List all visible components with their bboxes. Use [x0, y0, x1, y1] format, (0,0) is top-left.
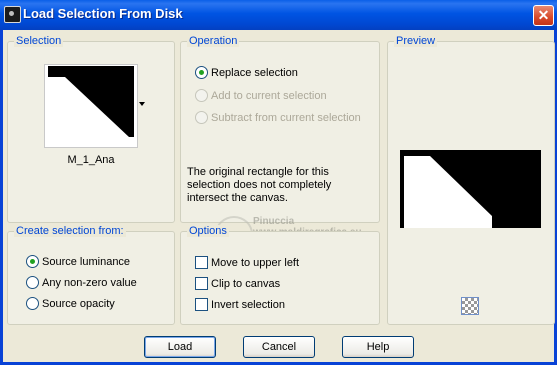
- radio-disabled-icon: [195, 89, 208, 102]
- create-from-legend: Create selection from:: [14, 225, 126, 237]
- radio-disabled-icon: [195, 111, 208, 124]
- preview-image: [400, 150, 541, 228]
- operation-replace-label: Replace selection: [211, 67, 298, 79]
- operation-add-label: Add to current selection: [211, 90, 327, 102]
- options-legend: Options: [187, 225, 229, 237]
- source-luminance-label: Source luminance: [42, 256, 131, 268]
- operation-subtract-label: Subtract from current selection: [211, 112, 361, 124]
- clip-to-canvas-label: Clip to canvas: [211, 278, 281, 290]
- operation-group: Operation Replace selection Add to curre…: [180, 35, 380, 223]
- checkbox-icon: [195, 298, 208, 311]
- app-icon: [4, 6, 21, 23]
- preview-canvas: [400, 150, 541, 228]
- chevron-down-icon[interactable]: [139, 102, 145, 106]
- radio-icon: [26, 276, 39, 289]
- source-opacity-label: Source opacity: [42, 298, 115, 310]
- title-bar[interactable]: Load Selection From Disk ✕: [0, 0, 557, 30]
- preview-group: Preview: [387, 35, 555, 325]
- selection-thumbnail[interactable]: [44, 64, 138, 148]
- transparency-grid-icon[interactable]: [461, 297, 479, 315]
- move-upper-left-label: Move to upper left: [211, 257, 300, 269]
- window-title: Load Selection From Disk: [23, 6, 183, 21]
- selection-group: Selection M_1_Ana: [7, 35, 175, 223]
- dialog-body: Selection M_1_Ana Operation Replace sele…: [0, 30, 557, 365]
- selection-legend: Selection: [14, 35, 64, 47]
- invert-selection-label: Invert selection: [211, 299, 285, 311]
- checkbox-icon: [195, 256, 208, 269]
- selection-thumbnail-image: [48, 66, 134, 145]
- selection-name: M_1_Ana: [67, 154, 115, 166]
- radio-icon: [26, 297, 39, 310]
- any-nonzero-label: Any non-zero value: [42, 277, 137, 289]
- checkbox-icon: [195, 277, 208, 290]
- radio-selected-icon: [195, 66, 208, 79]
- close-icon: ✕: [537, 7, 550, 23]
- cancel-button[interactable]: Cancel: [243, 336, 315, 358]
- close-button[interactable]: ✕: [533, 5, 554, 26]
- create-from-group: Create selection from: Source luminance …: [7, 225, 175, 325]
- operation-note: The original rectangle for this selectio…: [187, 166, 332, 204]
- radio-selected-icon: [26, 255, 39, 268]
- options-group: Options Move to upper left Clip to canva…: [180, 225, 380, 325]
- help-button[interactable]: Help: [342, 336, 414, 358]
- load-button[interactable]: Load: [144, 336, 216, 358]
- operation-legend: Operation: [187, 35, 240, 47]
- preview-legend: Preview: [394, 35, 438, 47]
